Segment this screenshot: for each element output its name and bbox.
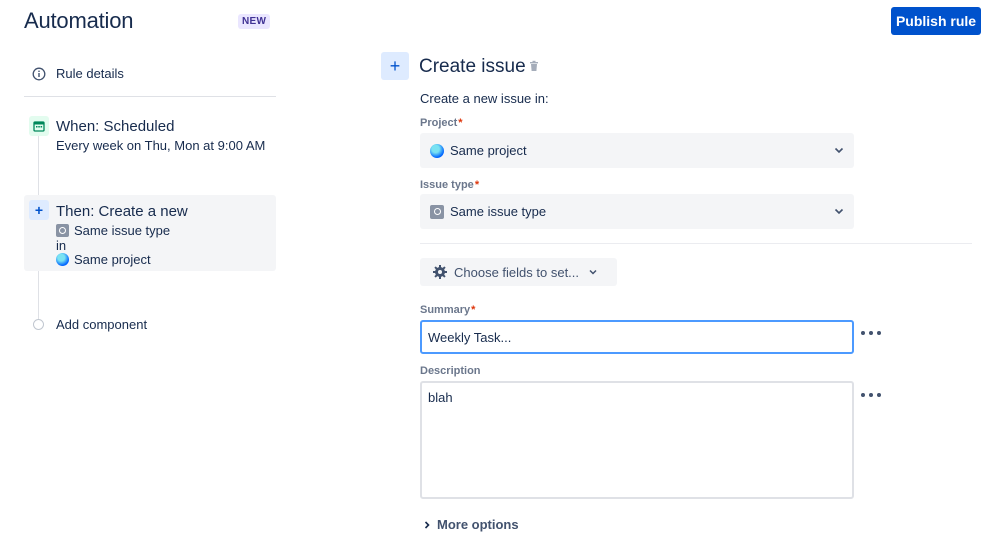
description-more-button[interactable] <box>861 390 881 400</box>
rule-details-label: Rule details <box>56 66 124 81</box>
info-icon <box>32 67 46 80</box>
action-issue-type: Same issue type <box>56 223 170 238</box>
issue-type-icon <box>430 204 444 219</box>
issue-type-icon <box>56 224 69 237</box>
panel-subheading: Create a new issue in: <box>420 91 549 106</box>
ellipsis-icon <box>861 331 865 335</box>
issue-type-select-value: Same issue type <box>450 204 547 219</box>
project-select-value: Same project <box>450 143 527 158</box>
chevron-down-icon <box>834 208 844 215</box>
trash-icon[interactable] <box>528 60 540 72</box>
section-divider <box>420 243 972 244</box>
more-options-toggle[interactable]: More options <box>421 517 519 532</box>
issue-type-label-text: Issue type <box>420 179 474 191</box>
ellipsis-dot <box>877 393 881 397</box>
action-project-label: Same project <box>74 252 151 267</box>
trigger-component[interactable]: When: Scheduled Every week on Thu, Mon a… <box>24 112 276 162</box>
action-in-label: in <box>56 238 67 253</box>
required-mark: * <box>474 179 480 191</box>
choose-fields-label: Choose fields to set... <box>454 264 580 280</box>
action-issue-type-label: Same issue type <box>74 223 171 238</box>
issue-type-select[interactable]: Same issue type <box>420 194 854 229</box>
project-label: Project* <box>420 117 463 129</box>
summary-input[interactable] <box>420 320 854 354</box>
add-component-button[interactable]: Add component <box>33 317 147 332</box>
more-options-label: More options <box>437 517 519 532</box>
project-label-text: Project <box>420 117 458 129</box>
ellipsis-icon <box>861 393 865 397</box>
choose-fields-button[interactable]: Choose fields to set... <box>420 258 617 286</box>
issue-type-label: Issue type* <box>420 179 479 191</box>
project-select[interactable]: Same project <box>420 133 854 168</box>
calendar-icon <box>29 116 49 136</box>
trigger-subtitle: Every week on Thu, Mon at 9:00 AM <box>56 138 266 153</box>
ellipsis-dot <box>869 331 873 335</box>
required-mark: * <box>471 304 476 316</box>
ellipsis-dot <box>869 393 873 397</box>
ellipsis-dot <box>877 331 881 335</box>
publish-rule-button[interactable]: Publish rule <box>891 7 981 35</box>
add-component-dot-icon <box>33 319 44 330</box>
summary-label: Summary* <box>420 304 475 316</box>
panel-title: Create issue <box>419 56 526 77</box>
plus-icon: + <box>29 200 49 220</box>
sidebar-divider <box>24 96 276 97</box>
globe-icon <box>430 143 444 158</box>
action-project: Same project <box>56 252 151 267</box>
description-textarea[interactable]: blah <box>420 381 854 499</box>
chevron-down-icon <box>834 147 844 154</box>
new-badge: NEW <box>238 14 271 29</box>
gear-icon <box>433 265 447 279</box>
action-title: Then: Create a new <box>56 203 188 220</box>
summary-more-button[interactable] <box>861 328 881 338</box>
chevron-right-icon <box>424 520 430 529</box>
page-title: Automation <box>24 8 134 33</box>
description-label: Description <box>420 365 481 377</box>
rule-details-link[interactable]: Rule details <box>32 66 124 81</box>
action-component[interactable]: + Then: Create a new Same issue type in … <box>24 195 276 271</box>
plus-icon: + <box>381 52 409 80</box>
trigger-title: When: Scheduled <box>56 118 175 135</box>
globe-icon <box>56 253 69 266</box>
description-label-text: Description <box>420 365 481 377</box>
chevron-down-icon <box>589 269 597 275</box>
required-mark: * <box>458 117 463 129</box>
add-component-label: Add component <box>56 317 148 332</box>
summary-label-text: Summary <box>420 304 471 316</box>
